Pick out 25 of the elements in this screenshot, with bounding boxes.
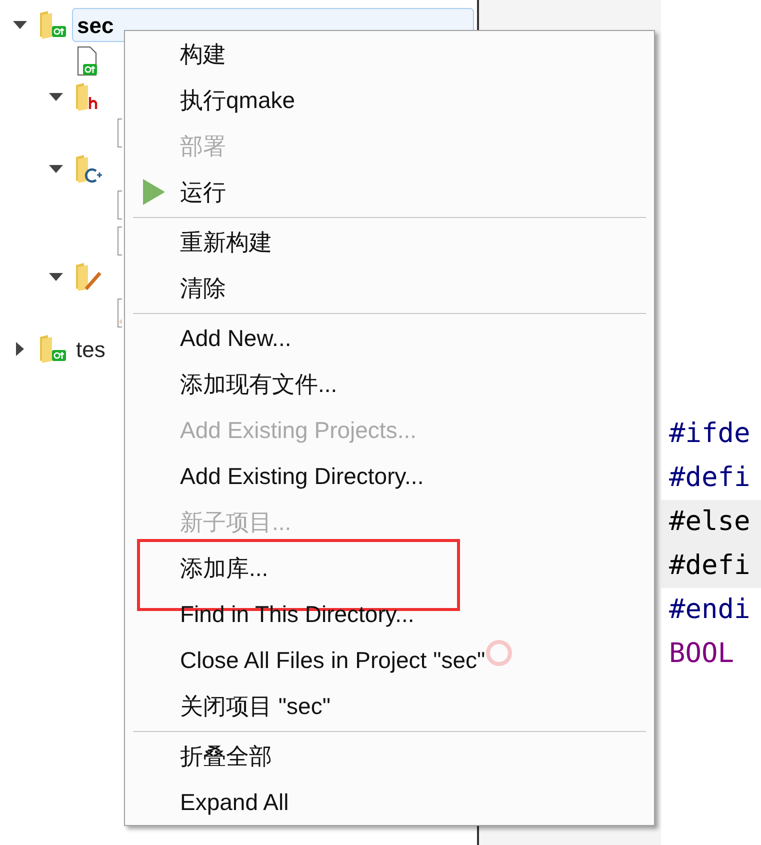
qt-folder-icon (38, 333, 68, 365)
code-text: #defi (669, 548, 750, 583)
menu-item[interactable]: 执行qmake (180, 82, 296, 118)
menu-item[interactable]: 关闭项目 "sec" (180, 688, 331, 724)
menu-item[interactable]: 重新构建 (180, 224, 272, 260)
menu-item[interactable]: Add Existing Directory... (180, 458, 424, 494)
cursor-ring-icon (484, 638, 514, 668)
code-text: #ifde (669, 416, 750, 451)
menu-item[interactable]: 添加现有文件... (180, 366, 338, 402)
code-text: BOOL (669, 636, 734, 671)
menu-item[interactable]: 添加库... (180, 550, 268, 586)
menu-item[interactable]: 折叠全部 (180, 738, 272, 774)
qt-folder-icon (38, 9, 68, 41)
tree-item[interactable]: tes (72, 332, 110, 366)
code-text: #endi (669, 592, 750, 627)
menu-item[interactable]: Close All Files in Project "sec" (180, 642, 486, 678)
menu-item[interactable]: Add New... (180, 320, 292, 356)
pencil-folder-icon (74, 261, 104, 293)
code-text: #defi (669, 460, 750, 495)
menu-item[interactable]: 运行 (180, 174, 226, 210)
play-icon (143, 179, 165, 205)
code-text: #else (669, 504, 750, 539)
cpp-folder-icon (74, 153, 104, 185)
menu-item[interactable]: 清除 (180, 270, 226, 306)
menu-item[interactable]: Expand All (180, 784, 289, 820)
